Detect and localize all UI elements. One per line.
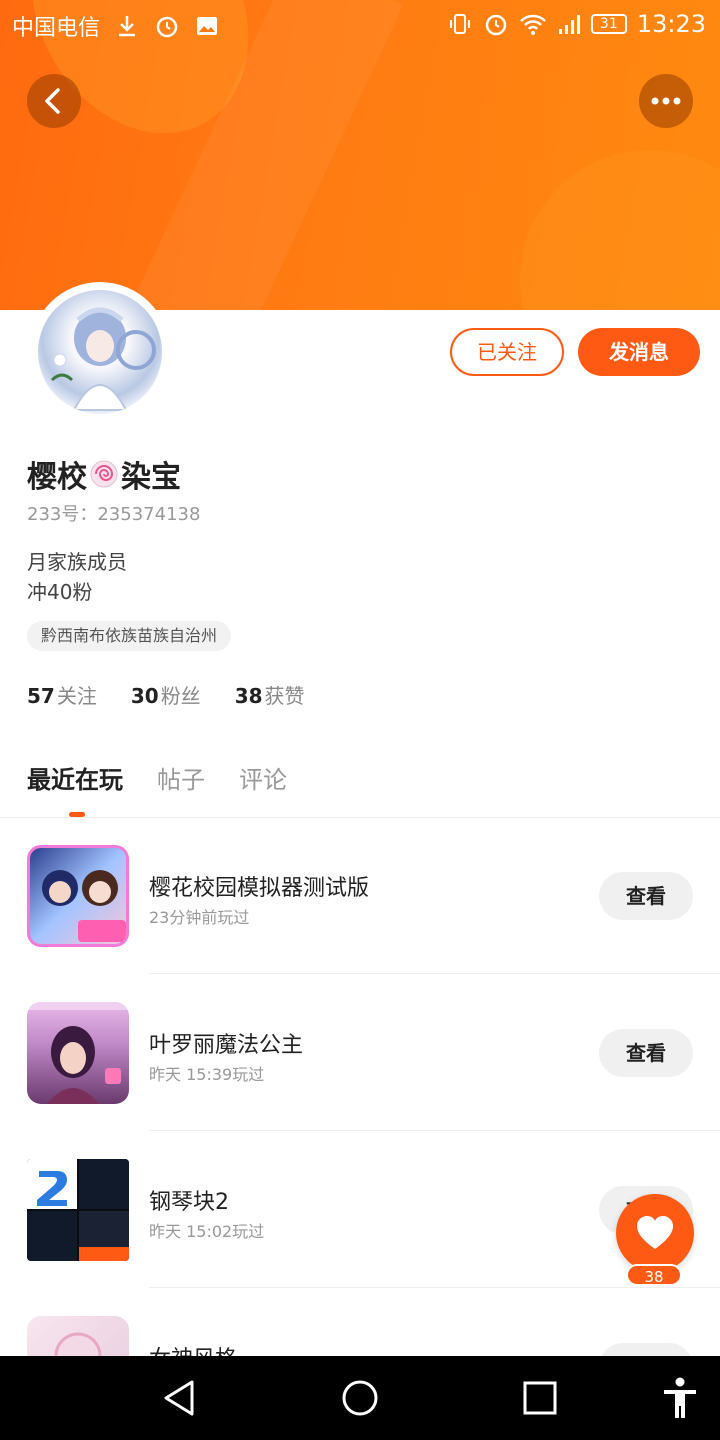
tab-recent-played[interactable]: 最近在玩: [27, 760, 123, 795]
game-icon-yeloli[interactable]: [27, 1002, 129, 1104]
status-bar: 中国电信 31 13:23: [0, 0, 720, 50]
like-count-badge: 38: [626, 1264, 682, 1286]
username: 樱校 染宝: [27, 452, 181, 496]
avatar[interactable]: [30, 282, 170, 422]
following-count: 57: [27, 684, 55, 708]
likes-label: 获赞: [264, 684, 305, 708]
vibrate-icon: [447, 11, 473, 37]
nav-home-icon[interactable]: [340, 1378, 380, 1418]
divider: [149, 1130, 720, 1131]
username-part2: 染宝: [121, 460, 181, 495]
bio-line-2: 冲40粉: [27, 580, 93, 604]
alarm-status-icon: [483, 11, 509, 37]
profile-stats: 57 关注 30 粉丝 38 获赞: [27, 680, 305, 709]
game-list-item[interactable]: 女神风格 查看: [0, 1289, 720, 1356]
game-icon-sakura-school[interactable]: [27, 845, 129, 947]
username-part1: 樱校: [27, 460, 87, 495]
likes-count: 38: [234, 684, 263, 708]
followers-stat[interactable]: 30 粉丝: [131, 680, 201, 709]
user-id: 233号：235374138: [27, 504, 201, 525]
game-last-played: 昨天 15:02玩过: [149, 1222, 265, 1241]
signal-icon: [555, 11, 581, 37]
game-icon-goddess-style[interactable]: [27, 1316, 129, 1356]
lollipop-icon: [89, 459, 119, 489]
game-list-item[interactable]: 钢琴块2 昨天 15:02玩过 查看: [0, 1132, 720, 1289]
view-game-button[interactable]: 查看: [599, 1343, 693, 1356]
game-last-played: 23分钟前玩过: [149, 908, 250, 927]
game-icon-piano-tiles[interactable]: [27, 1159, 129, 1261]
send-message-button[interactable]: 发消息: [578, 328, 700, 376]
back-button[interactable]: [27, 74, 81, 128]
accessibility-icon[interactable]: [660, 1376, 700, 1420]
more-dots-icon: [651, 97, 681, 105]
location-tag: 黔西南布依族苗族自治州: [27, 621, 232, 651]
game-list-item[interactable]: 叶罗丽魔法公主 昨天 15:39玩过 查看: [0, 975, 720, 1132]
system-nav-bar: [0, 1356, 720, 1440]
view-game-button[interactable]: 查看: [599, 1029, 693, 1077]
divider: [149, 973, 720, 974]
game-name: 女神风格: [149, 1341, 237, 1356]
wifi-icon: [519, 11, 546, 37]
image-icon: [194, 13, 220, 39]
battery-indicator: 31: [590, 14, 627, 34]
more-options-button[interactable]: [639, 74, 693, 128]
followed-button[interactable]: 已关注: [450, 328, 564, 376]
following-stat[interactable]: 57 关注: [27, 680, 97, 709]
game-last-played: 昨天 15:39玩过: [149, 1065, 265, 1084]
nav-back-icon[interactable]: [160, 1378, 200, 1418]
heart-icon: [637, 1216, 673, 1249]
tab-comments[interactable]: 评论: [239, 760, 287, 795]
game-name: 樱花校园模拟器测试版: [149, 876, 370, 901]
alarm-icon: [154, 13, 180, 39]
like-button[interactable]: [616, 1194, 694, 1272]
bio-line-1: 月家族成员: [27, 550, 127, 574]
clock: 13:23: [636, 10, 706, 38]
likes-stat[interactable]: 38 获赞: [235, 680, 305, 709]
nav-recents-icon[interactable]: [520, 1378, 560, 1418]
followers-label: 粉丝: [160, 684, 201, 708]
game-name: 叶罗丽魔法公主: [149, 1033, 304, 1058]
game-list-item[interactable]: 樱花校园模拟器测试版 23分钟前玩过 查看: [0, 818, 720, 975]
game-name: 钢琴块2: [149, 1190, 229, 1215]
tab-posts[interactable]: 帖子: [157, 760, 205, 795]
download-icon: [114, 13, 140, 39]
following-label: 关注: [56, 684, 97, 708]
view-game-button[interactable]: 查看: [599, 872, 693, 920]
chevron-left-icon: [45, 88, 60, 114]
divider: [149, 1287, 720, 1288]
followers-count: 30: [130, 684, 159, 708]
profile-tabs: 最近在玩 帖子 评论: [27, 760, 287, 795]
carrier-label: 中国电信: [12, 16, 101, 41]
